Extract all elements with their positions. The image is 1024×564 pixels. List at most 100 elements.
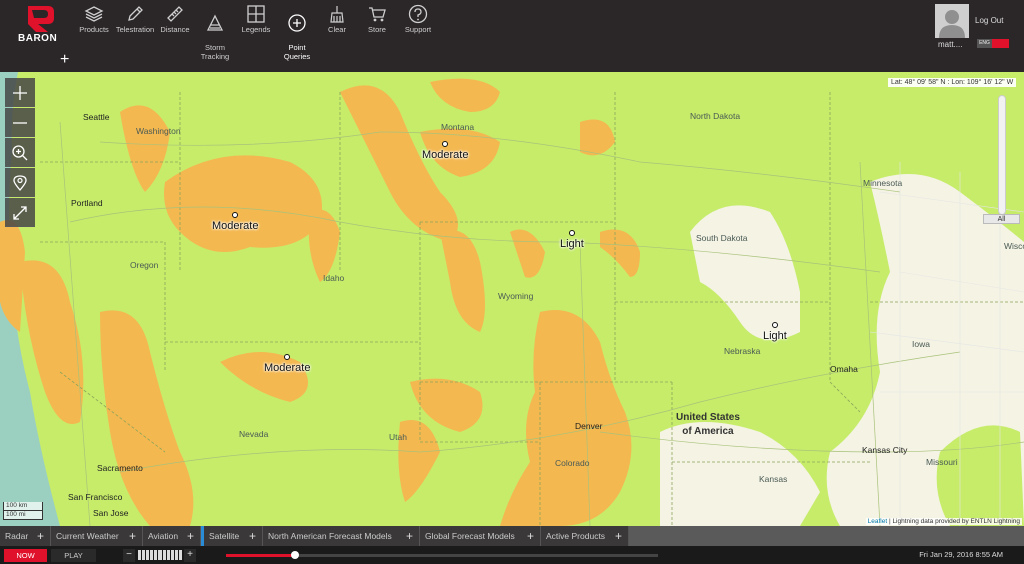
point-query-label: Light <box>560 238 584 250</box>
city-label-san-jose: San Jose <box>93 508 129 518</box>
speed-increase-button[interactable]: + <box>184 549 196 562</box>
city-label-kansas-city: Kansas City <box>862 445 908 455</box>
now-button[interactable]: NOW <box>4 549 47 562</box>
zoom-out-button[interactable] <box>5 108 35 137</box>
state-label-oregon: Oregon <box>130 260 159 270</box>
attribution-text: | Lightning data provided by ENTLN Light… <box>887 518 1020 525</box>
fullscreen-button[interactable] <box>5 198 35 227</box>
opacity-slider[interactable] <box>998 95 1006 215</box>
city-label-san-francisco: San Francisco <box>68 492 123 502</box>
plus-icon[interactable]: + <box>249 526 256 546</box>
point-dot <box>568 230 575 236</box>
tab-north-american-forecast-models[interactable]: North American Forecast Models + <box>263 526 420 546</box>
point-query-marker[interactable]: Light <box>763 322 787 342</box>
broom-icon <box>330 6 344 23</box>
timeline-slider[interactable] <box>226 551 658 559</box>
legends-grid-icon <box>247 5 265 23</box>
username: matt.... <box>938 40 963 49</box>
tab-current-weather[interactable]: Current Weather + <box>51 526 143 546</box>
tab-label: Radar <box>5 531 29 541</box>
light-lightning-area <box>690 205 800 340</box>
plus-icon[interactable]: + <box>129 526 136 546</box>
state-label-montana: Montana <box>441 122 475 132</box>
tab-label: Active Products <box>546 531 606 541</box>
city-label-portland: Portland <box>71 198 103 208</box>
point-dot <box>771 322 778 328</box>
city-label-sacramento: Sacramento <box>97 463 143 473</box>
crosshair-icon <box>288 14 306 32</box>
brand-name: BARON <box>18 33 58 44</box>
state-label-nevada: Nevada <box>239 429 269 439</box>
legends-button[interactable]: Legends <box>233 4 279 34</box>
question-icon <box>408 4 428 24</box>
point-query-marker[interactable]: Moderate <box>264 354 310 374</box>
point-query-label: Moderate <box>264 362 311 374</box>
state-label-south-dakota: South Dakota <box>696 233 748 243</box>
plus-icon[interactable]: + <box>187 526 194 546</box>
point-query-label: Light <box>763 330 787 342</box>
plus-icon[interactable]: + <box>37 526 44 546</box>
scale-bar: 100 km 100 mi <box>3 502 43 520</box>
state-label-iowa: Iowa <box>912 339 930 349</box>
storm-tracking-button[interactable]: Storm Tracking <box>192 4 238 61</box>
play-button[interactable]: PLAY <box>51 549 96 562</box>
weather-map[interactable]: Washington Oregon Idaho Montana Wyoming … <box>0 72 1024 526</box>
plus-icon[interactable]: + <box>406 526 413 546</box>
timeline-handle[interactable] <box>291 551 300 559</box>
distance-label: Distance <box>160 25 190 34</box>
telestration-label: Telestration <box>115 25 155 34</box>
add-panel-button[interactable]: + <box>60 52 69 68</box>
point-dot <box>284 354 291 360</box>
product-tabs: Radar + Current Weather + Aviation + Satell… <box>0 526 1024 546</box>
point-dot <box>442 141 449 147</box>
state-label-washington: Washington <box>136 126 181 136</box>
point-query-marker[interactable]: Moderate <box>212 212 258 232</box>
tab-radar[interactable]: Radar + <box>0 526 51 546</box>
cart-icon <box>369 7 386 22</box>
tab-label: Aviation <box>148 531 179 541</box>
state-label-kansas: Kansas <box>759 474 788 484</box>
support-label: Support <box>404 25 432 34</box>
avatar[interactable] <box>935 4 969 38</box>
language-toggle[interactable]: ENG <box>977 39 1009 48</box>
state-label-minnesota: Minnesota <box>863 178 903 188</box>
point-query-marker[interactable]: Light <box>560 230 584 250</box>
support-button[interactable]: Support <box>395 4 441 34</box>
point-query-marker[interactable]: Moderate <box>422 141 468 161</box>
products-button[interactable]: Products <box>71 4 117 34</box>
green-patch-2 <box>990 138 1024 202</box>
tab-bar-filler <box>629 526 1024 546</box>
zoom-in-button[interactable] <box>5 78 35 107</box>
store-label: Store <box>368 25 386 34</box>
plus-icon[interactable]: + <box>615 526 622 546</box>
tab-global-forecast-models[interactable]: Global Forecast Models + <box>420 526 541 546</box>
map-attribution: Leaflet | Lightning data provided by ENT… <box>865 518 1022 525</box>
speed-indicator <box>138 550 183 560</box>
timeline-progress <box>226 554 296 557</box>
plus-icon <box>13 86 27 100</box>
state-label-wyoming: Wyoming <box>498 291 534 301</box>
state-label-wisconsin: Wisco <box>1004 241 1024 251</box>
logout-link[interactable]: Log Out <box>975 16 1003 25</box>
leaflet-link[interactable]: Leaflet <box>868 518 888 525</box>
locate-button[interactable] <box>5 168 35 197</box>
state-label-colorado: Colorado <box>555 458 590 468</box>
tab-aviation[interactable]: Aviation + <box>143 526 201 546</box>
tab-active-products[interactable]: Active Products + <box>541 526 629 546</box>
ruler-icon <box>167 6 183 22</box>
zoom-area-button[interactable] <box>5 138 35 167</box>
layers-icon <box>84 6 104 22</box>
store-button[interactable]: Store <box>354 4 400 34</box>
playback-bar: NOW PLAY − + Fri Jan 29, 2016 8:55 AM <box>0 546 1024 564</box>
slider-all-button[interactable]: All <box>983 214 1020 224</box>
top-toolbar: BARON Products Telestration Distance Sto… <box>0 0 1024 72</box>
city-label-omaha: Omaha <box>830 364 858 374</box>
tab-satellite[interactable]: Satellite + <box>204 526 263 546</box>
products-label: Products <box>79 25 109 34</box>
state-label-utah: Utah <box>389 432 407 442</box>
speed-decrease-button[interactable]: − <box>123 549 135 562</box>
city-label-denver: Denver <box>575 421 603 431</box>
tab-label: Global Forecast Models <box>425 531 515 541</box>
expand-icon <box>13 206 27 220</box>
plus-icon[interactable]: + <box>527 526 534 546</box>
